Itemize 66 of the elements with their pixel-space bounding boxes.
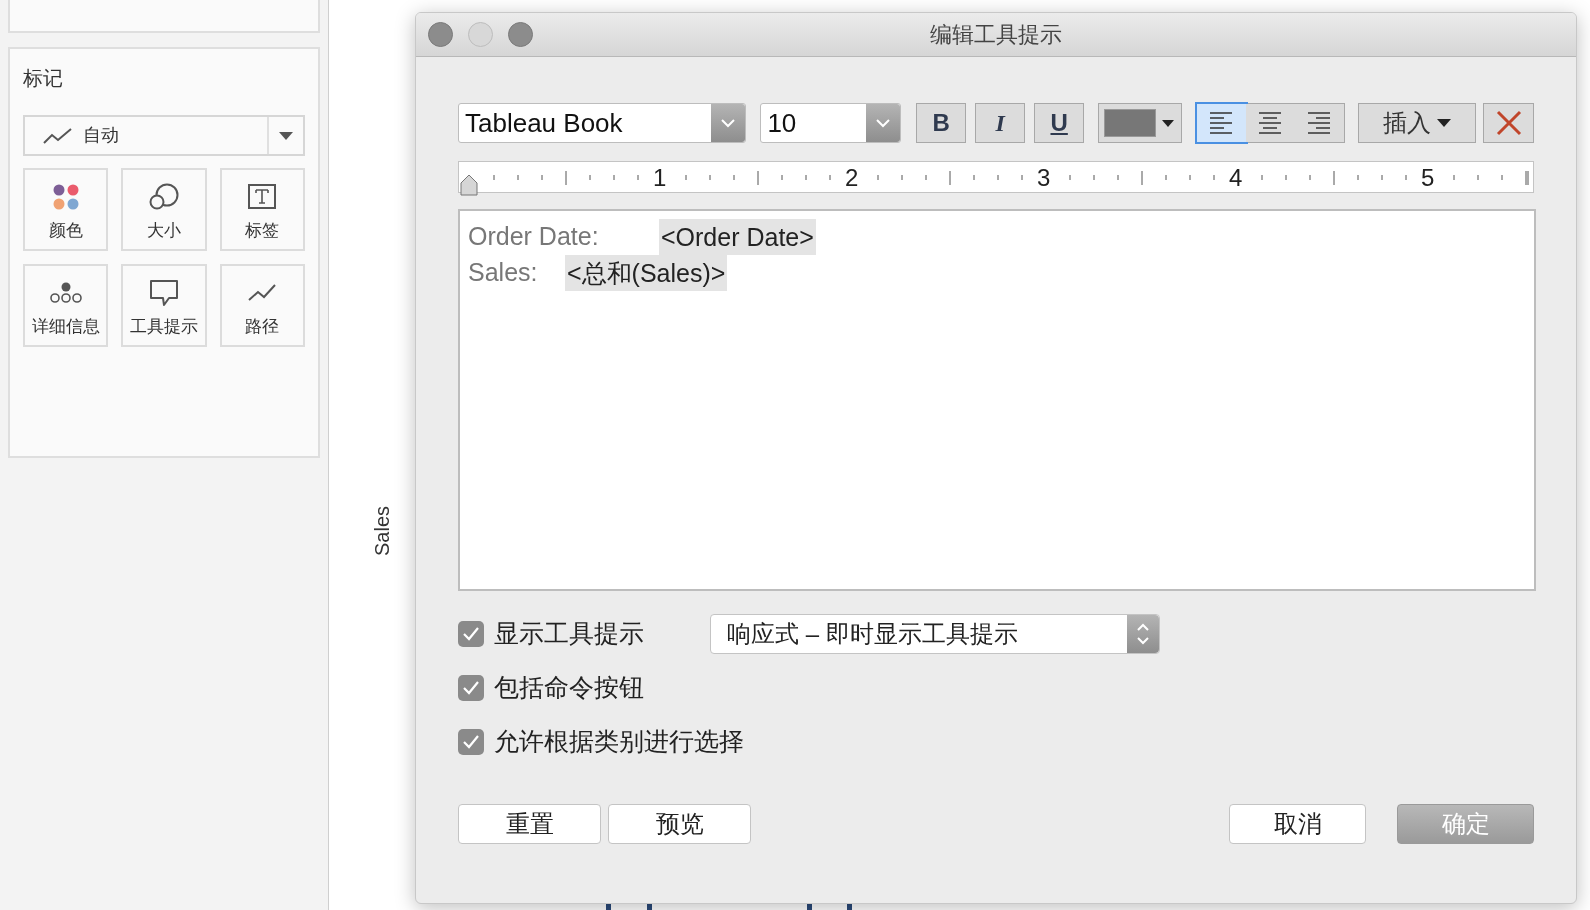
close-button[interactable]: [428, 22, 453, 47]
font-value: Tableau Book: [464, 106, 624, 140]
caret-icon: [279, 131, 293, 140]
remove-button[interactable]: [1483, 103, 1534, 143]
checkmark-icon: [462, 734, 480, 750]
ruler-label: 1: [653, 164, 667, 192]
font-dropdown[interactable]: Tableau Book: [458, 103, 747, 143]
ruler-label: 2: [845, 164, 859, 192]
tooltip-editor[interactable]: Order Date: <Order Date> Sales: <总和(Sales)>: [458, 209, 1536, 591]
align-center-icon: [1258, 110, 1282, 136]
size-dropdown[interactable]: 10: [760, 103, 902, 143]
mode-dropdown[interactable]: 响应式 – 即时显示工具提示: [710, 614, 1160, 654]
mark-card-button[interactable]: 工具提示: [121, 264, 207, 347]
mark-type-dropdown[interactable]: 自动: [23, 115, 305, 156]
marks-title: 标记: [23, 66, 64, 91]
axis-title: Sales: [370, 505, 394, 556]
stepper-icon: [1136, 621, 1150, 647]
ruler-label: 3: [1037, 164, 1051, 192]
field-token: <总和(Sales)>: [565, 255, 728, 291]
field-label: Sales:: [468, 257, 539, 289]
checkbox-label: 包括命令按钮: [494, 672, 644, 704]
ruler-label: 4: [1229, 164, 1243, 192]
checkmark-icon: [462, 680, 480, 696]
mark-card-button[interactable]: 标签: [219, 168, 305, 251]
field-label: Order Date:: [468, 221, 600, 253]
caret-icon: [1437, 119, 1451, 127]
checkbox[interactable]: [458, 621, 484, 647]
insert-button[interactable]: 插入: [1357, 103, 1477, 143]
mark-card-button[interactable]: 大小: [121, 168, 207, 251]
mark-type-label: 自动: [83, 124, 120, 147]
underline-button[interactable]: U: [1034, 103, 1085, 143]
align-right-icon: [1307, 110, 1331, 136]
dialog-button[interactable]: 取消: [1229, 804, 1366, 844]
caret-icon: [1162, 119, 1175, 127]
chevron-down-icon: [876, 118, 891, 128]
italic-button[interactable]: I: [975, 103, 1026, 143]
field-token: <Order Date>: [659, 219, 816, 255]
dots-icon: [49, 281, 82, 304]
dialog-button[interactable]: 预览: [608, 804, 751, 844]
ruler-label: 5: [1421, 164, 1435, 192]
text-icon: [248, 183, 277, 210]
close-icon: [1495, 110, 1522, 136]
color-swatch: [1104, 109, 1157, 137]
circles-icon: [149, 182, 179, 211]
checkmark-icon: [462, 626, 480, 642]
speech-bubble-icon: [149, 278, 179, 307]
line-chart-icon: [43, 126, 73, 145]
mark-card-button[interactable]: 详细信息: [23, 264, 109, 347]
checkbox[interactable]: [458, 675, 484, 701]
bold-button[interactable]: B: [916, 103, 967, 143]
chevron-down-icon: [721, 118, 736, 128]
mode-value: 响应式 – 即时显示工具提示: [726, 619, 1019, 649]
window-title: 编辑工具提示: [930, 21, 1062, 49]
size-value: 10: [766, 106, 798, 140]
align-left-button[interactable]: [1196, 104, 1246, 142]
checkbox-label: 显示工具提示: [494, 618, 645, 650]
dialog-button[interactable]: 重置: [458, 804, 601, 844]
checkbox[interactable]: [458, 729, 484, 755]
text-color-picker[interactable]: [1098, 103, 1182, 143]
color-dots-icon: [51, 182, 80, 211]
align-left-icon: [1209, 110, 1233, 136]
mark-card-button[interactable]: 路径: [219, 264, 305, 347]
indent-marker-icon: [460, 174, 478, 196]
zoom-button[interactable]: [508, 22, 533, 47]
checkbox-label: 允许根据类别进行选择: [494, 726, 744, 758]
mark-card-button[interactable]: 颜色: [23, 168, 109, 251]
